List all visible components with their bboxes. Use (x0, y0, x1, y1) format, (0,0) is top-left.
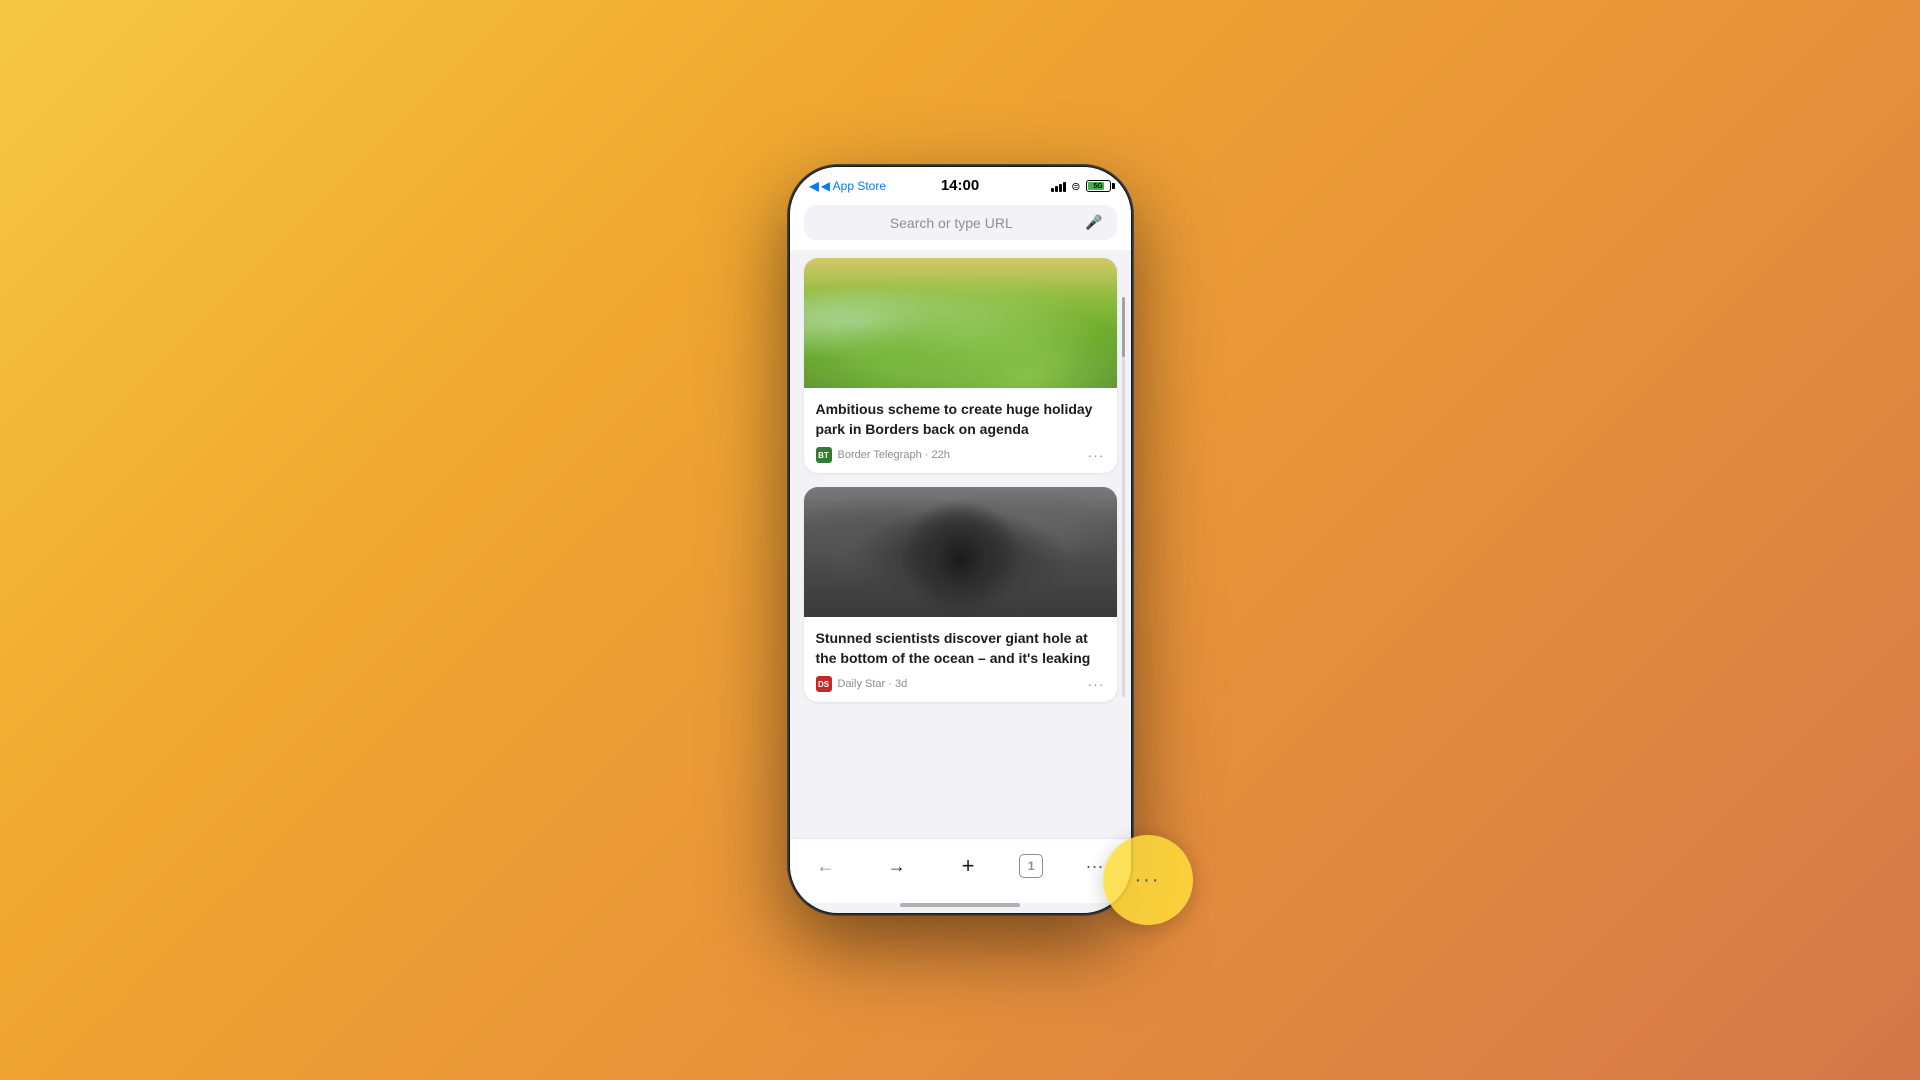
tab-count-button[interactable]: 1 (1019, 854, 1043, 878)
news-body-2: Stunned scientists discover giant hole a… (804, 617, 1117, 702)
bottom-toolbar: ← → + 1 ··· (790, 838, 1131, 903)
signal-icon (1051, 181, 1066, 192)
search-bar[interactable]: Search or type URL 🎤 (804, 205, 1117, 240)
search-placeholder: Search or type URL (818, 215, 1086, 231)
card-more-btn-2[interactable]: ··· (1088, 676, 1105, 692)
back-button[interactable]: ← (806, 849, 846, 883)
news-image-field (804, 258, 1117, 388)
signal-bar-1 (1051, 188, 1054, 192)
back-icon: ← (817, 856, 835, 877)
source-icon-1: BT (816, 447, 832, 463)
source-initials-1: BT (818, 451, 829, 460)
back-arrow-icon: ◀ (810, 179, 819, 193)
status-bar-left: ◀ ◀ App Store (810, 179, 887, 193)
phone-mockup: ◀ ◀ App Store 14:00 ⊜ (788, 165, 1133, 915)
news-source-2: DS Daily Star · 3d (816, 676, 908, 692)
news-meta-1: BT Border Telegraph · 22h ··· (816, 447, 1105, 463)
status-bar: ◀ ◀ App Store 14:00 ⊜ (790, 167, 1131, 199)
scroll-track (1122, 297, 1125, 697)
news-card-2[interactable]: Stunned scientists discover giant hole a… (804, 487, 1117, 702)
signal-bar-2 (1055, 186, 1058, 192)
scroll-thumb (1122, 297, 1125, 357)
forward-button[interactable]: → (877, 849, 917, 883)
battery-label: 5G (1093, 183, 1102, 190)
more-dots-icon: ··· (1086, 856, 1104, 877)
status-bar-right: ⊜ 5G (1051, 180, 1110, 193)
source-icon-2: DS (816, 676, 832, 692)
app-store-back-label[interactable]: ◀ App Store (821, 179, 886, 193)
phone-frame: ◀ ◀ App Store 14:00 ⊜ (788, 165, 1133, 915)
signal-bar-4 (1063, 182, 1066, 192)
add-tab-button[interactable]: + (948, 849, 988, 883)
card-more-btn-1[interactable]: ··· (1088, 447, 1105, 463)
news-image-ocean (804, 487, 1117, 617)
phone-screen: ◀ ◀ App Store 14:00 ⊜ (790, 167, 1131, 913)
home-indicator (900, 903, 1020, 907)
mic-icon[interactable]: 🎤 (1085, 214, 1102, 231)
tab-count: 1 (1028, 859, 1035, 873)
wifi-icon: ⊜ (1071, 180, 1080, 193)
search-bar-container: Search or type URL 🎤 (790, 199, 1131, 250)
forward-icon: → (888, 856, 906, 877)
news-title-1: Ambitious scheme to create huge holiday … (816, 400, 1105, 439)
more-circle-dots[interactable]: ··· (1135, 869, 1161, 892)
news-meta-2: DS Daily Star · 3d ··· (816, 676, 1105, 692)
source-name-2: Daily Star · 3d (838, 678, 908, 690)
field-image (804, 258, 1117, 388)
source-initials-2: DS (818, 680, 829, 689)
add-icon: + (962, 853, 975, 879)
news-card[interactable]: Ambitious scheme to create huge holiday … (804, 258, 1117, 473)
status-time: 14:00 (941, 177, 979, 194)
more-button-highlight: ··· (1103, 835, 1193, 925)
news-source-1: BT Border Telegraph · 22h (816, 447, 950, 463)
signal-bar-3 (1059, 184, 1062, 192)
news-title-2: Stunned scientists discover giant hole a… (816, 629, 1105, 668)
news-feed[interactable]: Ambitious scheme to create huge holiday … (790, 250, 1131, 838)
ocean-image (804, 487, 1117, 617)
battery-icon: 5G (1086, 180, 1111, 192)
news-body-1: Ambitious scheme to create huge holiday … (804, 388, 1117, 473)
source-name-1: Border Telegraph · 22h (838, 449, 950, 461)
